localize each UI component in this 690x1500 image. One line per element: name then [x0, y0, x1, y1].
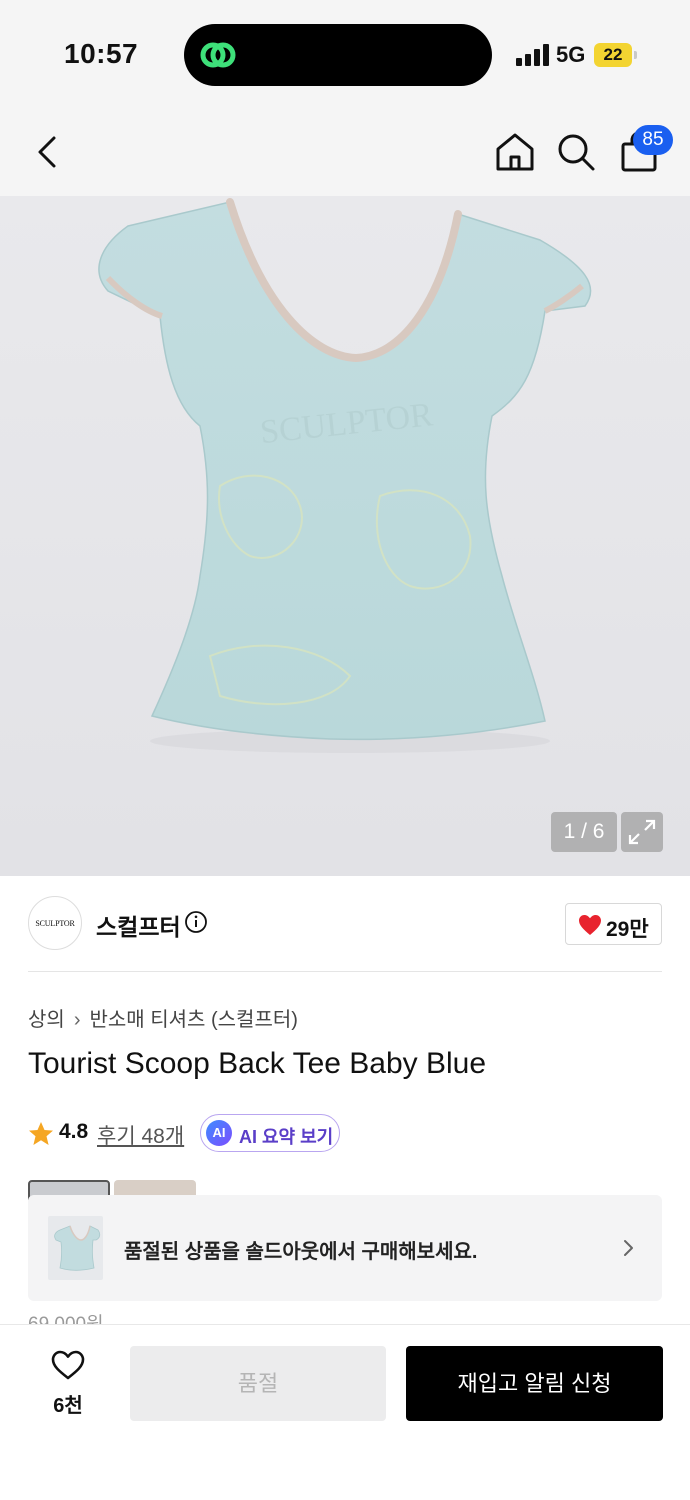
- soldout-promo-banner[interactable]: 품절된 상품을 솔드아웃에서 구매해보세요.: [28, 1195, 662, 1301]
- soldout-banner-text: 품절된 상품을 솔드아웃에서 구매해보세요.: [124, 1241, 478, 1263]
- home-icon[interactable]: [493, 130, 537, 174]
- brand-like-button[interactable]: 29만: [565, 903, 662, 945]
- ai-summary-label: AI 요약 보기: [239, 1127, 334, 1147]
- product-image: SCULPTOR: [98, 198, 592, 753]
- wishlist-button[interactable]: 6천: [0, 1325, 136, 1435]
- chevron-right-icon: [624, 1240, 633, 1256]
- battery-indicator: 22: [594, 43, 632, 67]
- rating-row: 4.8 후기 48개 AI AI 요약 보기: [28, 1114, 662, 1154]
- search-icon[interactable]: [554, 130, 598, 174]
- original-price: 69,000원: [28, 1309, 104, 1324]
- breadcrumb: 상의 › 반소매 티셔츠 (스컬프터): [28, 1003, 298, 1032]
- network-label: 5G: [556, 42, 586, 67]
- chevron-left-icon[interactable]: [26, 130, 70, 174]
- status-time: 10:57: [64, 38, 139, 69]
- divider: [28, 971, 662, 972]
- product-image-gallery[interactable]: SCULPTOR: [0, 196, 690, 876]
- breadcrumb-category[interactable]: 상의: [28, 1009, 65, 1031]
- info-icon[interactable]: [184, 910, 208, 934]
- bottom-action-bar: 6천 품절 재입고 알림 신청: [0, 1324, 690, 1500]
- ai-icon: AI: [206, 1120, 232, 1146]
- review-count-link[interactable]: 후기 48개: [97, 1120, 184, 1150]
- dynamic-island: [184, 24, 492, 86]
- heart-outline-icon: [51, 1350, 85, 1380]
- link-app-icon: [200, 42, 236, 68]
- soldout-button: 품절: [130, 1346, 386, 1421]
- product-title: Tourist Scoop Back Tee Baby Blue: [28, 1047, 487, 1080]
- expand-icon: [628, 819, 656, 845]
- breadcrumb-subcategory[interactable]: 반소매 티셔츠 (스컬프터): [89, 1009, 297, 1031]
- brand-logo[interactable]: SCULPTOR: [28, 896, 82, 950]
- signal-icon: [516, 44, 549, 66]
- brand-name[interactable]: 스컬프터: [96, 908, 181, 942]
- ai-summary-button[interactable]: AI AI 요약 보기: [200, 1114, 340, 1152]
- brand-like-count: 29만: [606, 918, 649, 941]
- brand-row: SCULPTOR 스컬프터 29만: [28, 896, 662, 952]
- heart-filled-icon: [579, 915, 601, 935]
- wishlist-count: 6천: [53, 1395, 83, 1417]
- top-nav: [0, 110, 690, 196]
- restock-alert-button[interactable]: 재입고 알림 신청: [406, 1346, 663, 1421]
- chevron-right-icon: ›: [73, 1009, 81, 1031]
- cart-count-badge: 85: [633, 125, 673, 155]
- expand-image-button[interactable]: [621, 812, 663, 852]
- banner-product-thumbnail: [48, 1216, 103, 1280]
- status-bar: 10:57 5G 22: [0, 0, 690, 110]
- star-icon: [29, 1122, 53, 1145]
- battery-tip: [634, 51, 637, 59]
- rating-value: 4.8: [59, 1120, 89, 1143]
- image-page-indicator: 1 / 6: [551, 812, 617, 852]
